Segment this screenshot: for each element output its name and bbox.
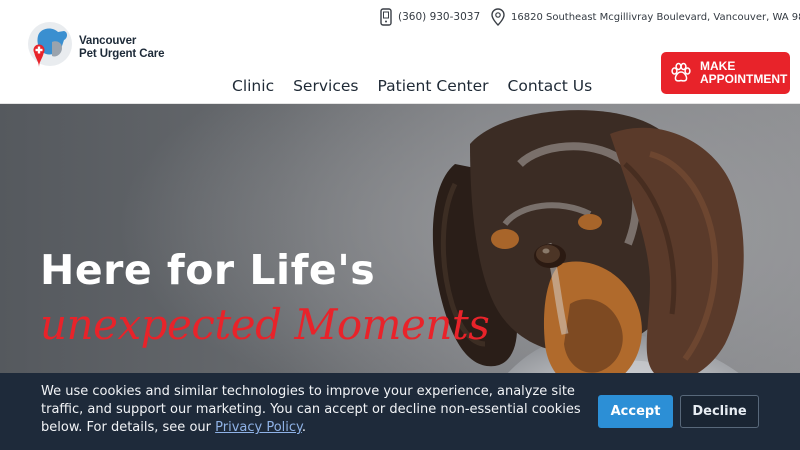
- make-appointment-button[interactable]: Make Appointment: [661, 52, 790, 94]
- nav-item-patient-center[interactable]: Patient Center: [377, 77, 488, 95]
- logo-text: Vancouver Pet Urgent Care: [79, 35, 165, 61]
- paw-icon: [671, 62, 691, 82]
- phone-link[interactable]: (360) 930-3037: [380, 8, 480, 26]
- privacy-policy-link[interactable]: Privacy Policy: [215, 420, 302, 435]
- appointment-label: Make Appointment: [700, 60, 787, 86]
- main-nav: Clinic Services Patient Center Contact U…: [232, 77, 611, 95]
- hero-title-line-1: Here for Life's: [40, 246, 376, 294]
- accept-cookies-button[interactable]: Accept: [598, 395, 673, 428]
- logo-line-2: Pet Urgent Care: [79, 48, 165, 60]
- nav-item-services[interactable]: Services: [293, 77, 358, 95]
- site-header: Vancouver Pet Urgent Care (360) 930-3037…: [0, 0, 800, 104]
- cookie-message-text: We use cookies and similar technologies …: [41, 384, 581, 435]
- address-link[interactable]: 16820 Southeast Mcgillivray Boulevard, V…: [491, 8, 800, 26]
- logo-icon: [28, 22, 72, 67]
- decline-cookies-button[interactable]: Decline: [680, 395, 759, 428]
- logo-line-1: Vancouver: [79, 35, 137, 47]
- site-logo[interactable]: Vancouver Pet Urgent Care: [22, 20, 182, 78]
- address-text: 16820 Southeast Mcgillivray Boulevard, V…: [511, 11, 800, 23]
- cookie-message-end: .: [301, 420, 307, 435]
- hero-title-line-2: unexpected Moments: [40, 300, 490, 349]
- map-pin-icon: [491, 8, 505, 26]
- nav-item-contact-us[interactable]: Contact Us: [508, 77, 593, 95]
- cookie-message: We use cookies and similar technologies …: [41, 383, 581, 437]
- phone-icon: [380, 8, 392, 26]
- cookie-consent-banner: We use cookies and similar technologies …: [0, 373, 800, 450]
- phone-number: (360) 930-3037: [398, 11, 481, 23]
- nav-item-clinic[interactable]: Clinic: [232, 77, 274, 95]
- appointment-line-2: Appointment: [700, 72, 788, 86]
